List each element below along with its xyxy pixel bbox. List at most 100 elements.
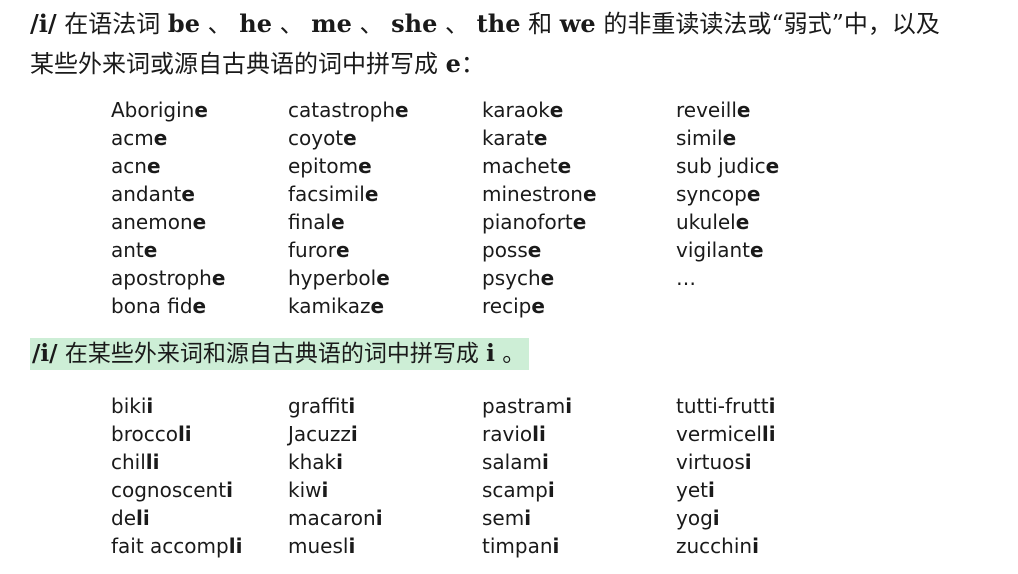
intro-line-2: 某些外来词或源自古典语的词中拼写成 e： xyxy=(30,49,485,78)
word-ending: e xyxy=(736,98,751,122)
word-entry: simile xyxy=(676,124,876,152)
word-ending: e xyxy=(722,126,737,150)
word-entry: recipe xyxy=(482,292,676,320)
word-ending: i xyxy=(350,422,358,446)
word-stem: apostroph xyxy=(111,266,212,290)
word-stem: reveill xyxy=(676,98,737,122)
word-row: andante facsimile minestrone syncope xyxy=(111,180,876,208)
word-ending: e xyxy=(582,182,597,206)
word-ending: li xyxy=(177,422,192,446)
word-ending: e xyxy=(749,238,764,262)
word-entry: scampi xyxy=(482,476,676,504)
word-stem: zucchin xyxy=(676,534,753,558)
word-stem: acm xyxy=(111,126,154,150)
word-stem: psych xyxy=(482,266,541,290)
word-stem: epitom xyxy=(288,154,359,178)
word-stem: graffit xyxy=(288,394,349,418)
word-ending: i xyxy=(146,394,154,418)
word-ending: e xyxy=(343,126,357,150)
word-entry: bona fide xyxy=(111,292,288,320)
word-row: chilli khaki salami virtuosi xyxy=(111,448,876,476)
word-ending: e xyxy=(211,266,226,290)
word-stem: anemon xyxy=(111,210,193,234)
word-entry: vermicelli xyxy=(676,420,876,448)
word-row: ante furore posse vigilante xyxy=(111,236,876,264)
word-ending: e xyxy=(331,210,345,234)
word-ending: i xyxy=(524,506,532,530)
word-ending: e xyxy=(376,266,390,290)
word-entry: yogi xyxy=(676,504,876,532)
word-ending: e xyxy=(572,210,587,234)
word-entry: acne xyxy=(111,152,288,180)
word-entry: furore xyxy=(288,236,482,264)
word-stem: ukulel xyxy=(676,210,736,234)
word-entry: kiwi xyxy=(288,476,482,504)
word-stem: simil xyxy=(676,126,723,150)
word-ending: e xyxy=(192,294,207,318)
word-entry: karate xyxy=(482,124,676,152)
word-entry: catastrophe xyxy=(288,96,482,124)
word-stem: tutti-frutt xyxy=(676,394,769,418)
word-entry: Aborigine xyxy=(111,96,288,124)
ipa-symbol: /i/ xyxy=(30,9,57,38)
word-stem: karat xyxy=(482,126,534,150)
word-stem: catastroph xyxy=(288,98,396,122)
word-ending: li xyxy=(761,422,776,446)
word-entry: apostrophe xyxy=(111,264,288,292)
word-ending: e xyxy=(181,182,195,206)
word-ending: i xyxy=(712,506,720,530)
word-stem: fait accomp xyxy=(111,534,229,558)
word-stem: acn xyxy=(111,154,147,178)
word-entry: ante xyxy=(111,236,288,264)
word-ending: e xyxy=(557,154,572,178)
word-entry: posse xyxy=(482,236,676,264)
word-stem: vigilant xyxy=(676,238,750,262)
word-ending: e xyxy=(533,126,548,150)
word-entry: virtuosi xyxy=(676,448,876,476)
word-ending: i xyxy=(348,534,356,558)
ipa-symbol: /i/ xyxy=(32,340,58,367)
word-ending: i xyxy=(768,394,776,418)
word-list-e: Aborigine catastrophe karaoke reveille acme c… xyxy=(111,96,876,320)
word-entry: vigilante xyxy=(676,236,876,264)
word-entry: deli xyxy=(111,504,288,532)
word-stem: brocco xyxy=(111,422,178,446)
word-entry: acme xyxy=(111,124,288,152)
word-row: anemone finale pianoforte ukulele xyxy=(111,208,876,236)
spelling-letter: e xyxy=(445,49,461,78)
word-ending: i xyxy=(707,478,715,502)
word-ending: i xyxy=(565,394,573,418)
word-entry: syncope xyxy=(676,180,876,208)
word-ending: e xyxy=(765,154,780,178)
word-entry: khaki xyxy=(288,448,482,476)
word-ending: i xyxy=(552,534,560,558)
word-ending: li xyxy=(228,534,243,558)
word-entry: facsimile xyxy=(288,180,482,208)
word-ending: e xyxy=(395,98,409,122)
word-stem: facsimil xyxy=(288,182,365,206)
word-entry xyxy=(676,292,876,320)
word-entry: anemone xyxy=(111,208,288,236)
word-entry: yeti xyxy=(676,476,876,504)
word-ending: e xyxy=(146,154,161,178)
word-ending: i xyxy=(226,478,233,502)
word-entry: kamikaze xyxy=(288,292,482,320)
word-stem: Aborigin xyxy=(111,98,195,122)
word-entry: bikii xyxy=(111,392,288,420)
word-entry: karaoke xyxy=(482,96,676,124)
word-row: fait accompli muesli timpani zucchini xyxy=(111,532,876,560)
word-stem: Jacuzz xyxy=(288,422,351,446)
word-stem: salam xyxy=(482,450,542,474)
word-stem: bona fid xyxy=(111,294,193,318)
word-entry: broccoli xyxy=(111,420,288,448)
word-stem: kiw xyxy=(288,478,322,502)
word-row: broccoli Jacuzzi ravioli vermicelli xyxy=(111,420,876,448)
word-entry: salami xyxy=(482,448,676,476)
word-stem: de xyxy=(111,506,136,530)
word-entry: cognoscenti xyxy=(111,476,288,504)
word-stem: … xyxy=(676,266,696,290)
word-row: acne epitome machete sub judice xyxy=(111,152,876,180)
word-stem: andant xyxy=(111,182,182,206)
word-ending: i xyxy=(547,478,555,502)
word-stem: chil xyxy=(111,450,146,474)
